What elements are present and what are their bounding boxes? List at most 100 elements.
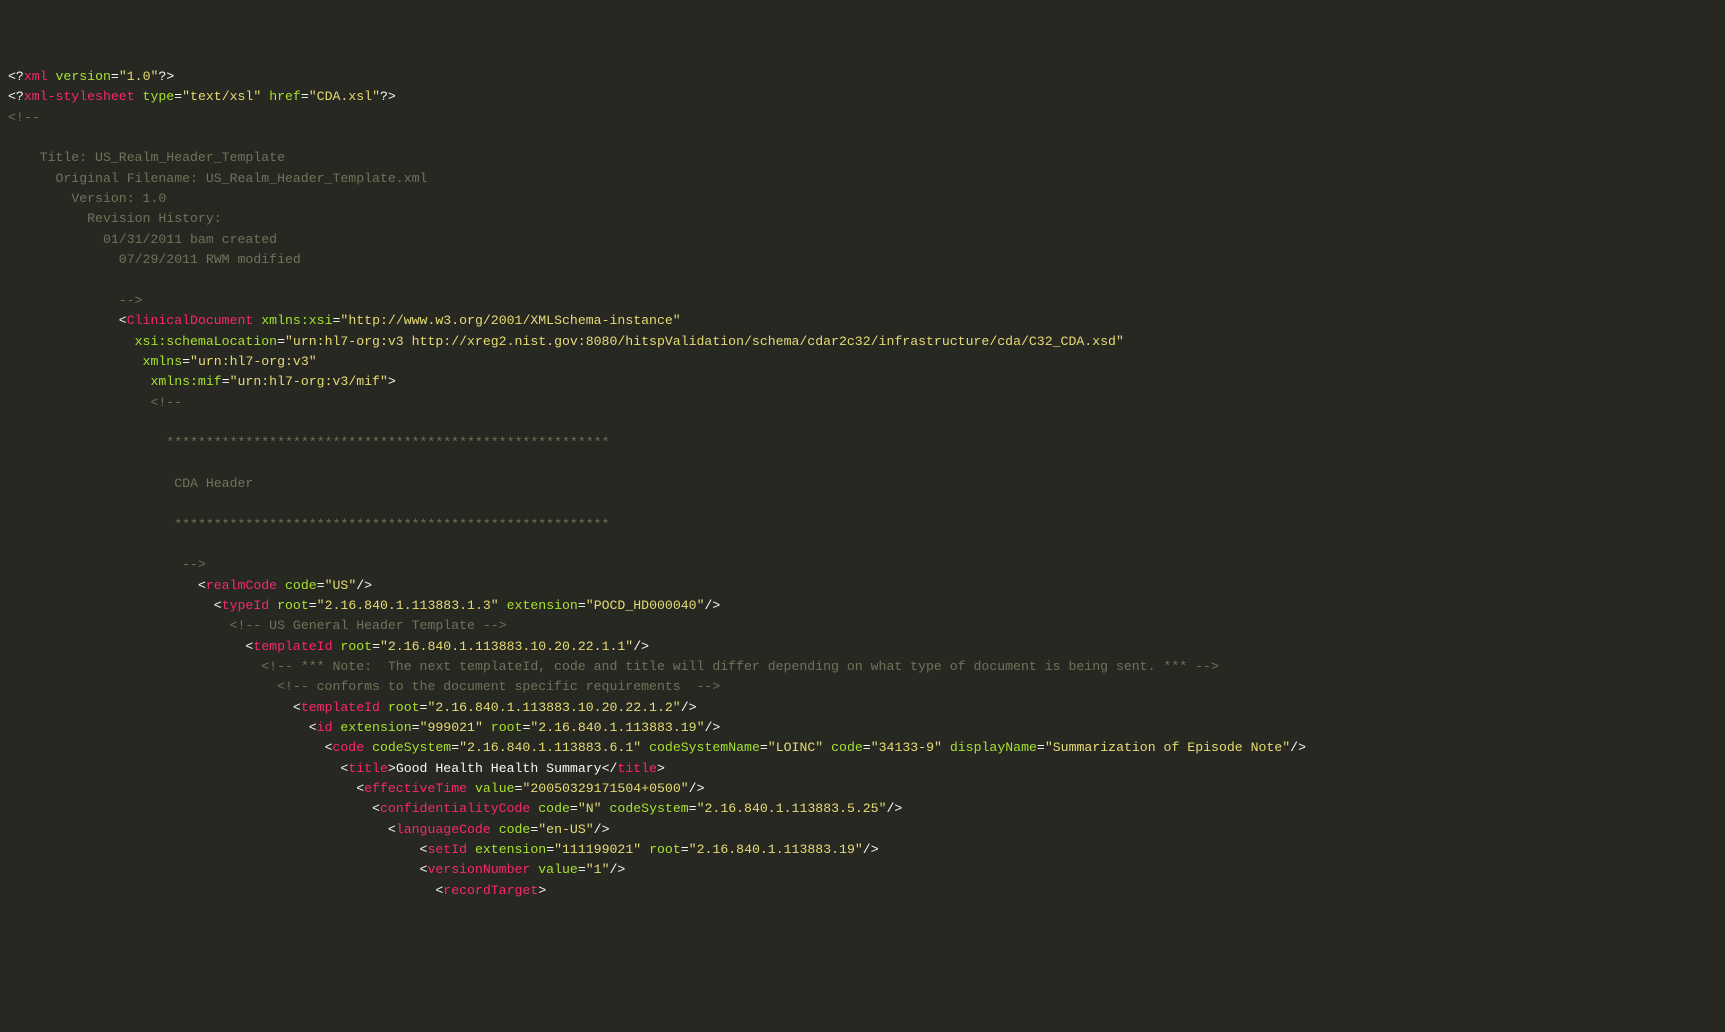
code-line[interactable]: <?xml-stylesheet type="text/xsl" href="C… <box>8 87 1725 107</box>
token: /> <box>633 639 649 654</box>
code-line[interactable] <box>8 128 1725 148</box>
token: root <box>277 598 309 613</box>
code-line[interactable]: <setId extension="111199021" root="2.16.… <box>8 840 1725 860</box>
token: /> <box>594 822 610 837</box>
token <box>48 69 56 84</box>
code-line[interactable] <box>8 270 1725 290</box>
code-line[interactable]: ****************************************… <box>8 515 1725 535</box>
token: root <box>388 700 420 715</box>
token: "US" <box>325 578 357 593</box>
token: extension <box>475 842 546 857</box>
code-line[interactable] <box>8 535 1725 555</box>
token: value <box>475 781 515 796</box>
token: root <box>491 720 523 735</box>
code-line[interactable]: CDA Header <box>8 474 1725 494</box>
code-line[interactable]: <templateId root="2.16.840.1.113883.10.2… <box>8 637 1725 657</box>
token: = <box>760 740 768 755</box>
token: <!-- <box>8 110 40 125</box>
token: codeSystem <box>372 740 451 755</box>
code-line[interactable]: xsi:schemaLocation="urn:hl7-org:v3 http:… <box>8 332 1725 352</box>
code-line[interactable]: <ClinicalDocument xmlns:xsi="http://www.… <box>8 311 1725 331</box>
token: > <box>388 374 396 389</box>
code-line[interactable]: <!-- <box>8 108 1725 128</box>
token: "20050329171504+0500" <box>522 781 688 796</box>
token <box>277 578 285 593</box>
token <box>380 700 388 715</box>
token: = <box>681 842 689 857</box>
token: < <box>198 578 206 593</box>
code-line[interactable] <box>8 454 1725 474</box>
code-line[interactable]: <languageCode code="en-US"/> <box>8 820 1725 840</box>
code-line[interactable] <box>8 413 1725 433</box>
code-line[interactable]: <code codeSystem="2.16.840.1.113883.6.1"… <box>8 738 1725 758</box>
code-editor[interactable]: <?xml version="1.0"?><?xml-stylesheet ty… <box>8 67 1725 901</box>
code-line[interactable]: <!-- US General Header Template --> <box>8 616 1725 636</box>
token: xml <box>24 69 48 84</box>
token: code <box>285 578 317 593</box>
token: realmCode <box>206 578 277 593</box>
token: "http://www.w3.org/2001/XMLSchema-instan… <box>340 313 680 328</box>
code-line[interactable]: ****************************************… <box>8 433 1725 453</box>
token: xmlns:mif <box>150 374 221 389</box>
code-line[interactable]: <recordTarget> <box>8 881 1725 901</box>
token: "text/xsl" <box>182 89 261 104</box>
token: = <box>546 842 554 857</box>
code-line[interactable]: <!-- conforms to the document specific r… <box>8 677 1725 697</box>
code-line[interactable]: Revision History: <box>8 209 1725 229</box>
token: "en-US" <box>538 822 593 837</box>
token: root <box>340 639 372 654</box>
token: = <box>578 598 586 613</box>
code-line[interactable]: <effectiveTime value="20050329171504+050… <box>8 779 1725 799</box>
token: = <box>182 354 190 369</box>
token <box>269 598 277 613</box>
token: > <box>657 761 665 776</box>
token: = <box>309 598 317 613</box>
code-line[interactable]: xmlns="urn:hl7-org:v3" <box>8 352 1725 372</box>
token: = <box>174 89 182 104</box>
token: CDA Header <box>174 476 253 491</box>
code-line[interactable]: --> <box>8 555 1725 575</box>
token: xml-stylesheet <box>24 89 135 104</box>
token: title <box>617 761 657 776</box>
code-line[interactable]: 01/31/2011 bam created <box>8 230 1725 250</box>
code-line[interactable]: <realmCode code="US"/> <box>8 576 1725 596</box>
token: "2.16.840.1.113883.1.3" <box>317 598 499 613</box>
code-line[interactable]: xmlns:mif="urn:hl7-org:v3/mif"> <box>8 372 1725 392</box>
token: 07/29/2011 RWM modified <box>119 252 301 267</box>
code-line[interactable]: <templateId root="2.16.840.1.113883.10.2… <box>8 698 1725 718</box>
token: /> <box>681 700 697 715</box>
code-line[interactable]: Original Filename: US_Realm_Header_Templ… <box>8 169 1725 189</box>
code-line[interactable]: <?xml version="1.0"?> <box>8 67 1725 87</box>
code-line[interactable]: <!-- <box>8 393 1725 413</box>
code-line[interactable]: <versionNumber value="1"/> <box>8 860 1725 880</box>
token: Title: US_Realm_Header_Template <box>40 150 285 165</box>
token: templateId <box>253 639 332 654</box>
token: "999021" <box>420 720 483 735</box>
code-line[interactable]: 07/29/2011 RWM modified <box>8 250 1725 270</box>
code-line[interactable]: <id extension="999021" root="2.16.840.1.… <box>8 718 1725 738</box>
token: "2.16.840.1.113883.5.25" <box>697 801 887 816</box>
code-line[interactable]: <typeId root="2.16.840.1.113883.1.3" ext… <box>8 596 1725 616</box>
token: <!-- *** Note: The next templateId, code… <box>261 659 1219 674</box>
token: ClinicalDocument <box>127 313 254 328</box>
code-line[interactable]: <confidentialityCode code="N" codeSystem… <box>8 799 1725 819</box>
token: = <box>317 578 325 593</box>
token: code <box>499 822 531 837</box>
token: < <box>356 781 364 796</box>
code-line[interactable]: Version: 1.0 <box>8 189 1725 209</box>
code-line[interactable]: <title>Good Health Health Summary</title… <box>8 759 1725 779</box>
code-line[interactable]: <!-- *** Note: The next templateId, code… <box>8 657 1725 677</box>
code-line[interactable]: Title: US_Realm_Header_Template <box>8 148 1725 168</box>
token: --> <box>119 293 143 308</box>
code-line[interactable] <box>8 494 1725 514</box>
token: root <box>649 842 681 857</box>
token: = <box>863 740 871 755</box>
token: /> <box>887 801 903 816</box>
token: = <box>570 801 578 816</box>
token: = <box>111 69 119 84</box>
token: "CDA.xsl" <box>309 89 380 104</box>
token: /> <box>356 578 372 593</box>
code-line[interactable]: --> <box>8 291 1725 311</box>
token: xmlns <box>143 354 183 369</box>
token <box>364 740 372 755</box>
